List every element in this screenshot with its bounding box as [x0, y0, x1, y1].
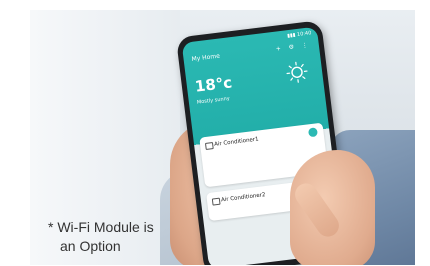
note-line-2: an Option — [60, 238, 121, 254]
topbar-icons: + ⚙ ⋮ — [275, 41, 312, 53]
weather-condition: Mostly sunny — [196, 95, 231, 106]
home-label: My Home — [191, 52, 221, 64]
sun-icon — [286, 61, 308, 83]
note-line-1: * Wi-Fi Module is — [48, 219, 154, 235]
air-conditioner-icon — [204, 142, 214, 150]
device-name: Air Conditioner1 — [213, 136, 259, 148]
power-toggle[interactable] — [307, 127, 318, 138]
wifi-module-note: * Wi-Fi Module is an Option — [48, 218, 188, 256]
device-name: Air Conditioner2 — [220, 192, 266, 204]
temperature: 18°c — [193, 73, 234, 96]
weather-panel: 18°c Mostly sunny — [193, 57, 319, 131]
air-conditioner-icon — [211, 197, 221, 206]
